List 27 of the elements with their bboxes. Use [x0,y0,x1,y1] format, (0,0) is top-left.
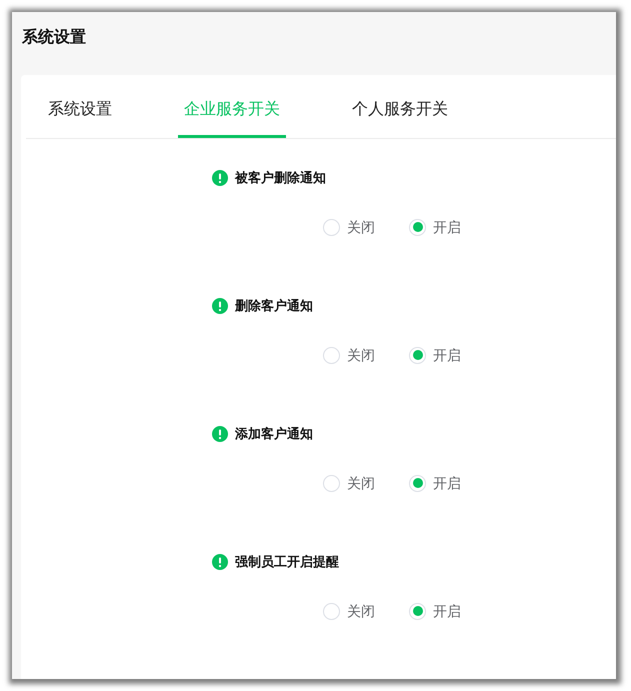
window-title: 系统设置 [22,29,86,46]
option-label: 开启 [433,474,461,493]
radio-button[interactable] [323,602,340,620]
setting-title: 强制员工开启提醒 [235,553,339,571]
setting-title: 删除客户通知 [235,297,313,315]
radio-button[interactable] [409,346,426,364]
radio-button[interactable] [323,218,340,236]
setting-title: 被客户删除通知 [235,169,326,187]
exclamation-icon [212,170,228,186]
setting-title: 添加客户通知 [235,425,313,443]
option-label: 开启 [433,346,461,365]
option-label: 开启 [433,602,461,621]
exclamation-icon [212,426,228,442]
exclamation-icon [212,298,228,314]
option-label: 关闭 [347,346,375,365]
radio-button[interactable] [323,346,340,364]
option-label: 关闭 [347,474,375,493]
radio-button[interactable] [409,474,426,492]
option-label: 关闭 [347,218,375,237]
option-label: 关闭 [347,602,375,621]
radio-button[interactable] [409,602,426,620]
radio-button[interactable] [323,474,340,492]
option-label: 开启 [433,218,461,237]
tab[interactable]: 系统设置 [42,98,118,138]
tab[interactable]: 个人服务开关 [346,98,454,138]
exclamation-icon [212,554,228,570]
radio-button[interactable] [409,218,426,236]
